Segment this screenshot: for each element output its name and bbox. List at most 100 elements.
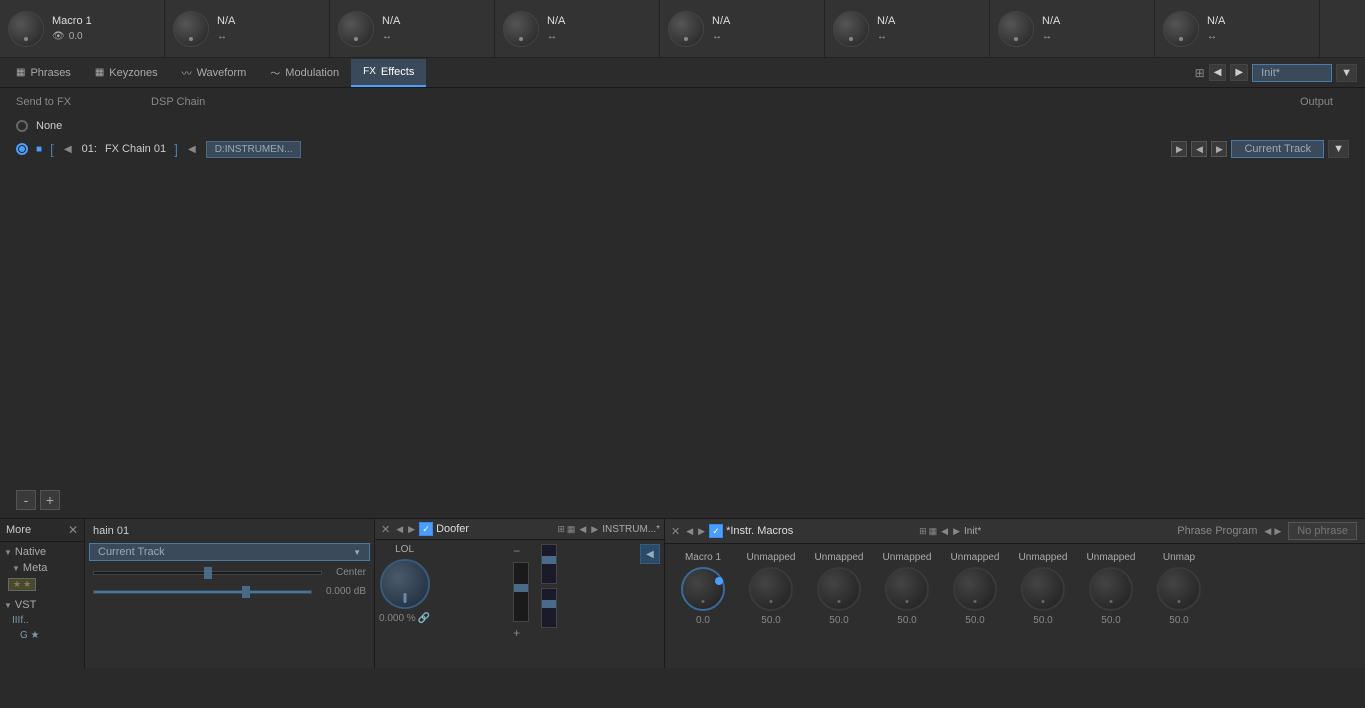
macros-init-label: Init* [964, 526, 981, 537]
macro-knob-circle-1[interactable] [681, 567, 725, 611]
macro-eye-icon: 👁 [52, 31, 65, 42]
macro-knob-circle-7[interactable] [1089, 567, 1133, 611]
doofer-back-btn[interactable]: ◀ [640, 544, 660, 564]
macro-knob-circle-8[interactable] [1157, 567, 1201, 611]
chain-nav-left[interactable]: ◀ [62, 144, 74, 155]
doofer-enable-checkbox[interactable]: ✓ [419, 522, 433, 536]
volume-fader-track[interactable] [93, 590, 312, 594]
fx-output-nav-right[interactable]: ▶ [1211, 141, 1227, 157]
nav-left-btn[interactable]: ◀ [1209, 64, 1227, 81]
macro-knob-2[interactable] [173, 11, 209, 47]
macro-knob-5[interactable] [668, 11, 704, 47]
macro-knob-3[interactable] [338, 11, 374, 47]
sidebar-meta-section[interactable]: ▼ Meta [4, 560, 80, 576]
preset-dropdown-btn[interactable]: ▼ [1336, 64, 1357, 82]
send-to-fx-label: Send to FX [16, 96, 71, 108]
pan-fader-thumb[interactable] [204, 567, 212, 579]
sidebar-vst-item[interactable]: IIIf.. [4, 613, 80, 628]
macro-knob-4[interactable] [503, 11, 539, 47]
instr-macros-panel: ✕ ◀ ▶ ✓ *Instr. Macros ⊞ ▦ ◀ ▶ Init* Phr… [665, 519, 1365, 668]
nav-right-btn[interactable]: ▶ [1230, 64, 1248, 81]
doofer-close-btn[interactable]: ✕ [379, 523, 392, 536]
sidebar-vst-header[interactable]: ▼ VST [4, 597, 80, 613]
tab-waveform[interactable]: 〰 Waveform [170, 59, 259, 87]
macro-knob-value-8: 50.0 [1169, 615, 1188, 626]
macros-path-nav-right[interactable]: ▶ [952, 526, 961, 537]
macro-knob-6[interactable] [833, 11, 869, 47]
macro-knob-circle-5[interactable] [953, 567, 997, 611]
doofer-nav-right-btn[interactable]: ▶ [407, 524, 416, 535]
doofer-vertical-slider[interactable] [513, 562, 529, 622]
macro-knob-circle-2[interactable] [749, 567, 793, 611]
dsp-chain-label: DSP Chain [151, 96, 205, 108]
macro-knob-item-6: Unmapped 50.0 [1013, 552, 1073, 626]
vst-collapse-icon: ▼ [4, 601, 12, 610]
macro-knob-8[interactable] [1163, 11, 1199, 47]
macro-knob-item-1: Macro 1 0.0 [673, 552, 733, 626]
pan-fader-track[interactable] [93, 571, 322, 575]
sidebar-native-header[interactable]: ▼ Native [4, 544, 80, 560]
doofer-vslider3[interactable] [541, 588, 557, 628]
tab-bar: ▦ Phrases ▦ Keyzones 〰 Waveform 〜 Modula… [0, 58, 1365, 88]
macro-knob-item-8: Unmap 50.0 [1149, 552, 1209, 626]
macros-close-btn[interactable]: ✕ [669, 525, 682, 538]
macro-knob-circle-3[interactable] [817, 567, 861, 611]
doofer-knob-area: LOL 0.000 % 🔗 [379, 544, 430, 624]
keyzones-icon: ▦ [95, 67, 104, 78]
star-badge[interactable]: ★ ★ [8, 578, 36, 591]
current-track-dropdown[interactable]: ▼ [1328, 140, 1349, 158]
macro-name-1: Macro 1 [52, 15, 92, 27]
fx-output-nav-left[interactable]: ◀ [1191, 141, 1207, 157]
doofer-knob[interactable] [380, 559, 430, 609]
none-radio[interactable] [16, 120, 28, 132]
sidebar-vst-section: ▼ VST IIIf.. G ★ [0, 595, 84, 645]
phrase-nav-left[interactable]: ◀ [1264, 526, 1271, 537]
macro-knob-circle-4[interactable] [885, 567, 929, 611]
macros-enable-checkbox[interactable]: ✓ [709, 524, 723, 538]
sidebar-vst-subitem[interactable]: G ★ [4, 628, 80, 643]
phrases-icon: ▦ [16, 67, 25, 78]
grid-icon: ⊞ [1195, 66, 1205, 80]
macro-knob-7[interactable] [998, 11, 1034, 47]
doofer-icon1[interactable]: ⊞ [557, 524, 565, 535]
no-phrase-label: No phrase [1288, 522, 1357, 540]
fx-right-controls: ▶ ◀ ▶ Current Track ▼ [1171, 140, 1349, 158]
doofer-vslider2-handle[interactable] [542, 556, 556, 564]
doofer-vslider-handle[interactable] [514, 584, 528, 592]
current-track-select[interactable]: Current Track ▼ [89, 543, 370, 561]
doofer-plus-btn[interactable]: + [513, 626, 529, 640]
macros-nav-right-btn[interactable]: ▶ [697, 526, 706, 537]
fx-chain-radio[interactable] [16, 143, 28, 155]
macro-knob-value-4: 50.0 [897, 615, 916, 626]
add-effect-btn[interactable]: + [40, 490, 60, 510]
macros-path-nav-left[interactable]: ◀ [940, 526, 949, 537]
tab-phrases[interactable]: ▦ Phrases [4, 59, 83, 87]
sidebar-more-label: More [6, 524, 31, 536]
macro-knob-1[interactable] [8, 11, 44, 47]
macros-nav-left-btn[interactable]: ◀ [685, 526, 694, 537]
sidebar-close-btn[interactable]: ✕ [68, 523, 78, 537]
tab-effects[interactable]: FX Effects [351, 59, 426, 87]
macro-knob-circle-6[interactable] [1021, 567, 1065, 611]
fx-output-arrow-right[interactable]: ▶ [1171, 141, 1187, 157]
current-track-btn[interactable]: Current Track [1231, 140, 1324, 158]
macros-content: Macro 1 0.0 Unmapped 50.0 Unmapped 50.0 … [665, 544, 1365, 634]
doofer-path-nav-left[interactable]: ◀ [578, 524, 587, 535]
remove-effect-btn[interactable]: - [16, 490, 36, 510]
macros-icon1[interactable]: ⊞ [919, 526, 927, 537]
doofer-vslider2[interactable] [541, 544, 557, 584]
doofer-minus-btn[interactable]: − [513, 544, 529, 558]
macros-icon2[interactable]: ▦ [929, 526, 938, 537]
doofer-back-area: ◀ [640, 544, 660, 564]
path-nav-left[interactable]: ◀ [186, 144, 198, 155]
tab-modulation[interactable]: 〜 Modulation [258, 59, 351, 87]
macro-item-3: N/A↔ [330, 0, 495, 57]
fx-path-btn[interactable]: D:INSTRUMEN... [206, 141, 302, 158]
doofer-vslider3-handle[interactable] [542, 600, 556, 608]
doofer-icon2[interactable]: ▦ [567, 524, 576, 535]
volume-fader-thumb[interactable] [242, 586, 250, 598]
doofer-nav-left-btn[interactable]: ◀ [395, 524, 404, 535]
doofer-path-nav-right[interactable]: ▶ [590, 524, 599, 535]
tab-keyzones[interactable]: ▦ Keyzones [83, 59, 170, 87]
phrase-nav-right[interactable]: ▶ [1274, 526, 1281, 537]
